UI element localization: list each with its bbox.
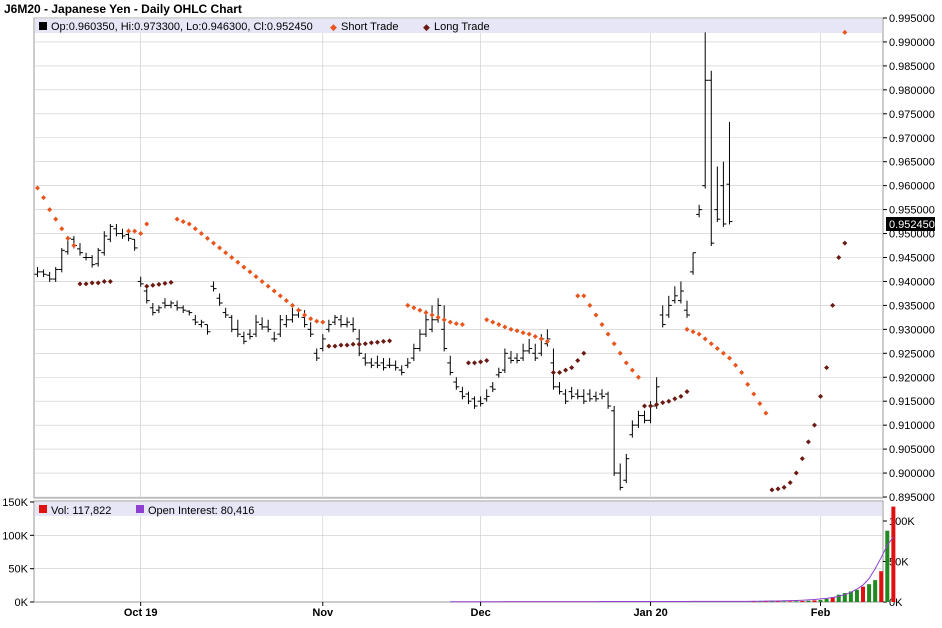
volume-legend-swatch xyxy=(39,505,47,513)
volume-bar xyxy=(824,598,829,602)
price-tick-label: 0.960000 xyxy=(889,181,935,193)
price-tick-label: 0.980000 xyxy=(889,85,935,97)
volume-bar xyxy=(788,601,793,602)
volume-bar xyxy=(861,586,866,602)
volume-bar xyxy=(782,601,787,602)
price-tick-label: 0.905000 xyxy=(889,444,935,456)
volume-bar xyxy=(818,599,823,602)
volume-bar xyxy=(885,530,890,602)
price-tick-label: 0.940000 xyxy=(889,276,935,288)
long-trade-legend-text: Long Trade xyxy=(434,21,490,33)
price-tick-label: 0.910000 xyxy=(889,420,935,432)
volume-bar xyxy=(769,601,774,603)
volume-bar xyxy=(812,600,817,602)
price-tick-label: 0.925000 xyxy=(889,348,935,360)
volume-left-tick-label: 0K xyxy=(15,597,29,609)
volume-bar xyxy=(879,571,884,602)
volume-bar xyxy=(873,580,878,602)
price-tick-label: 0.945000 xyxy=(889,253,935,265)
short-trade-legend-marker: ◆ xyxy=(330,22,337,32)
price-tick-label: 0.990000 xyxy=(889,37,935,49)
volume-bar xyxy=(776,601,781,602)
volume-bar xyxy=(806,600,811,602)
price-y-axis: 0.995000 0.990000 0.985000 0.980000 0.975000… xyxy=(883,13,935,504)
long-trade-legend-marker: ◆ xyxy=(423,22,430,32)
x-axis: Oct 19NovDecJan 20FebMar xyxy=(124,602,831,619)
volume-right-tick-label: 0K xyxy=(889,597,903,609)
x-tick-label: Dec xyxy=(471,607,491,619)
price-tick-label: 0.955000 xyxy=(889,205,935,217)
ohlc-legend-text: Op:0.960350, Hi:0.973300, Lo:0.946300, C… xyxy=(51,21,313,33)
price-tick-label: 0.995000 xyxy=(889,13,935,25)
open-interest-legend-swatch xyxy=(136,505,144,513)
short-trade-legend-text: Short Trade xyxy=(341,21,398,33)
volume-legend-text: Vol: 117,822 xyxy=(51,505,111,517)
price-tick-label: 0.915000 xyxy=(889,396,935,408)
open-interest-legend-text: Open Interest: 80,416 xyxy=(148,505,254,517)
volume-bar xyxy=(794,601,799,602)
price-tick-label: 0.985000 xyxy=(889,61,935,73)
price-tick-label: 0.920000 xyxy=(889,372,935,384)
x-tick-label: Feb xyxy=(811,607,831,619)
price-tick-label: 0.900000 xyxy=(889,468,935,480)
x-tick-label: Nov xyxy=(312,607,334,619)
ohlc-legend-swatch xyxy=(39,22,47,30)
volume-bar xyxy=(800,601,805,602)
price-tick-label: 0.975000 xyxy=(889,109,935,121)
price-tick-label: 0.935000 xyxy=(889,300,935,312)
volume-bar xyxy=(854,589,859,602)
volume-bar xyxy=(891,506,896,602)
price-tick-label: 0.970000 xyxy=(889,133,935,145)
price-tick-label: 0.965000 xyxy=(889,157,935,169)
last-price-tag: 0.952450 xyxy=(889,219,935,231)
volume-left-tick-label: 150K xyxy=(2,497,28,509)
volume-bar xyxy=(867,584,872,602)
chart-title: J6M20 - Japanese Yen - Daily OHLC Chart xyxy=(4,2,242,16)
price-tick-label: 0.895000 xyxy=(889,492,935,504)
x-tick-label: Jan 20 xyxy=(633,607,667,619)
volume-left-tick-label: 50K xyxy=(8,564,28,576)
ohlc-chart: J6M20 - Japanese Yen - Daily OHLC Chart … xyxy=(2,2,935,619)
volume-left-tick-label: 100K xyxy=(2,530,28,542)
price-tick-label: 0.930000 xyxy=(889,324,935,336)
x-tick-label: Oct 19 xyxy=(124,607,158,619)
